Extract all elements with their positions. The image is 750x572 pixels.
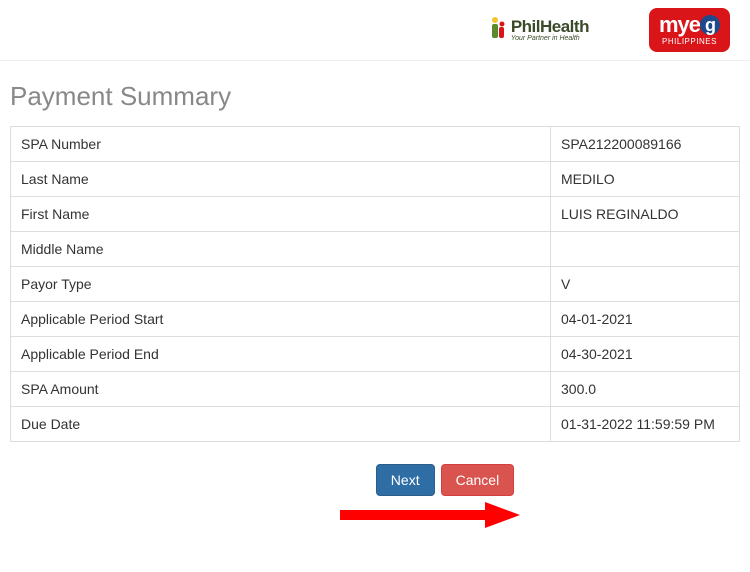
summary-value: 04-30-2021 bbox=[551, 337, 740, 372]
content: Payment Summary SPA NumberSPA21220008916… bbox=[0, 61, 750, 496]
summary-label: Applicable Period End bbox=[11, 337, 551, 372]
myeg-logo: myeg PHILIPPINES bbox=[649, 8, 730, 52]
header: PhilHealth Your Partner in Health myeg P… bbox=[0, 0, 750, 61]
summary-value: 04-01-2021 bbox=[551, 302, 740, 337]
summary-label: Middle Name bbox=[11, 232, 551, 267]
summary-value: 300.0 bbox=[551, 372, 740, 407]
philhealth-logo: PhilHealth Your Partner in Health bbox=[489, 16, 589, 44]
summary-label: Applicable Period Start bbox=[11, 302, 551, 337]
philhealth-icon bbox=[489, 16, 507, 44]
philhealth-tagline: Your Partner in Health bbox=[511, 35, 589, 42]
summary-value: LUIS REGINALDO bbox=[551, 197, 740, 232]
summary-label: Due Date bbox=[11, 407, 551, 442]
summary-label: First Name bbox=[11, 197, 551, 232]
table-row: SPA NumberSPA212200089166 bbox=[11, 127, 740, 162]
myeg-brand-g: g bbox=[700, 15, 720, 35]
philhealth-text: PhilHealth Your Partner in Health bbox=[511, 18, 589, 42]
summary-value: MEDILO bbox=[551, 162, 740, 197]
next-button[interactable]: Next bbox=[376, 464, 435, 496]
payment-summary-table: SPA NumberSPA212200089166Last NameMEDILO… bbox=[10, 126, 740, 442]
arrow-annotation bbox=[340, 500, 520, 530]
button-row: Next Cancel bbox=[10, 464, 740, 496]
page-title: Payment Summary bbox=[10, 81, 740, 112]
table-row: Due Date01-31-2022 11:59:59 PM bbox=[11, 407, 740, 442]
table-row: First NameLUIS REGINALDO bbox=[11, 197, 740, 232]
summary-value: 01-31-2022 11:59:59 PM bbox=[551, 407, 740, 442]
summary-value bbox=[551, 232, 740, 267]
cancel-button[interactable]: Cancel bbox=[441, 464, 515, 496]
summary-value: V bbox=[551, 267, 740, 302]
table-row: Middle Name bbox=[11, 232, 740, 267]
table-row: Last NameMEDILO bbox=[11, 162, 740, 197]
summary-label: SPA Number bbox=[11, 127, 551, 162]
table-row: Applicable Period End04-30-2021 bbox=[11, 337, 740, 372]
table-row: Applicable Period Start04-01-2021 bbox=[11, 302, 740, 337]
myeg-sub: PHILIPPINES bbox=[659, 38, 720, 46]
summary-label: Last Name bbox=[11, 162, 551, 197]
table-row: SPA Amount300.0 bbox=[11, 372, 740, 407]
myeg-brand: myeg bbox=[659, 14, 720, 36]
myeg-brand-pre: mye bbox=[659, 12, 700, 37]
summary-label: Payor Type bbox=[11, 267, 551, 302]
table-row: Payor TypeV bbox=[11, 267, 740, 302]
summary-label: SPA Amount bbox=[11, 372, 551, 407]
summary-value: SPA212200089166 bbox=[551, 127, 740, 162]
philhealth-name: PhilHealth bbox=[511, 18, 589, 35]
